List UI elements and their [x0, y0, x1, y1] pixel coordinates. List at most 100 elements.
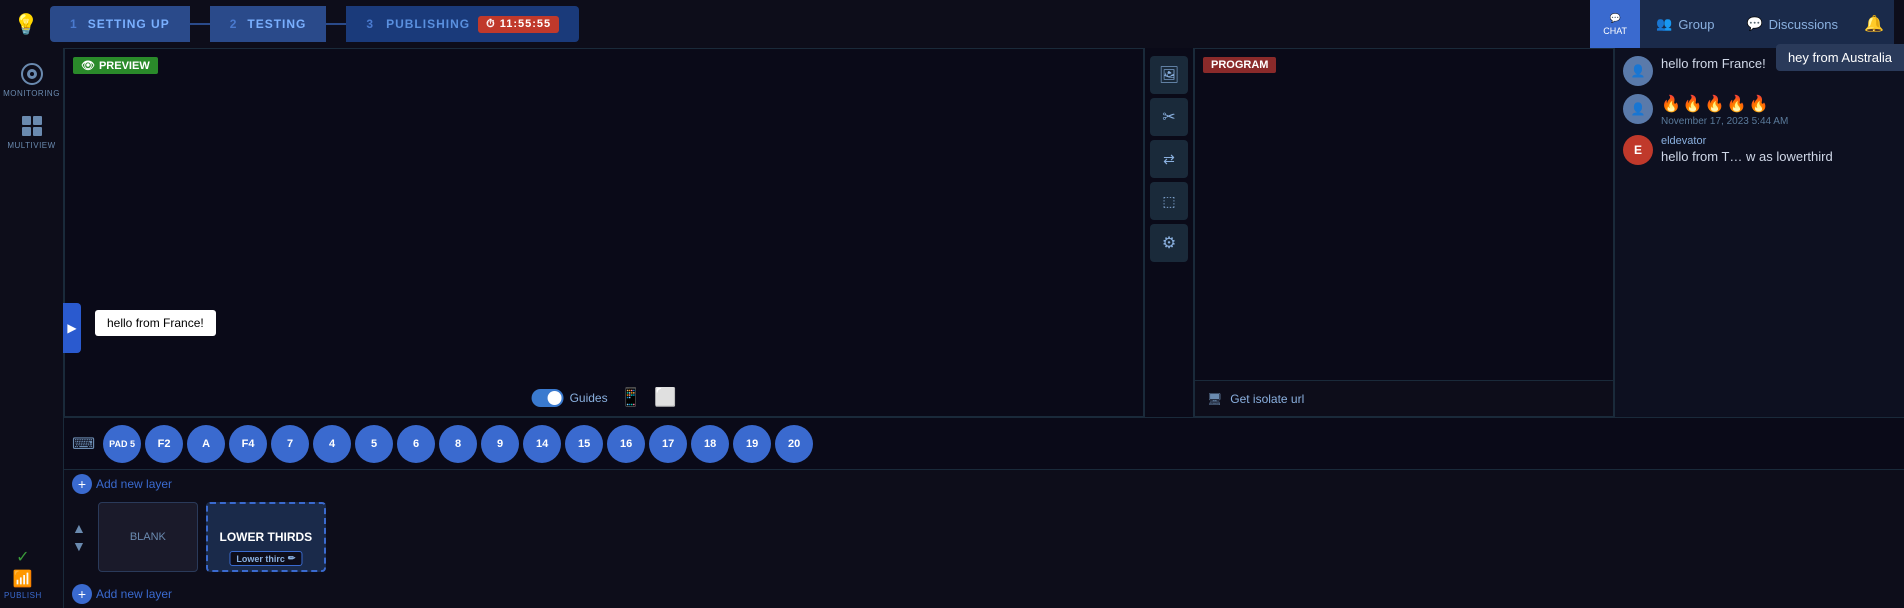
add-layer-row-top: + Add new layer: [64, 470, 1904, 498]
pad-button-5[interactable]: 5: [355, 425, 393, 463]
step1-label: SETTING UP: [88, 17, 170, 31]
pad-button-9[interactable]: 9: [481, 425, 519, 463]
main-content: MONITORING MULTIVIEW ▶ 👁 PREVIEW: [0, 48, 1904, 608]
pad-button-19[interactable]: 19: [733, 425, 771, 463]
lower-thirc-badge: Lower thirc ✏: [229, 551, 302, 566]
pad-button-f4[interactable]: F4: [229, 425, 267, 463]
blank-label: BLANK: [130, 531, 166, 543]
preview-label: 👁 PREVIEW: [73, 57, 158, 74]
pip-button[interactable]: ⬚: [1150, 182, 1188, 220]
guides-toggle[interactable]: Guides: [532, 389, 608, 407]
pad-button-17[interactable]: 17: [649, 425, 687, 463]
wifi-button[interactable]: 📶: [13, 569, 33, 589]
chevron-right-icon: ▶: [67, 321, 76, 335]
add-media-button[interactable]: 🖼: [1150, 56, 1188, 94]
bell-button[interactable]: 🔔: [1854, 0, 1894, 48]
sidebar-item-multiview[interactable]: MULTIVIEW: [6, 108, 58, 156]
step-buttons: 1 SETTING UP 2 TESTING 3 PUBLISHING ⏱ 11…: [50, 6, 579, 42]
blank-layer-card[interactable]: BLANK: [98, 502, 198, 572]
multiview-icon: [20, 114, 44, 138]
settings-button[interactable]: ⚙: [1150, 224, 1188, 262]
pad-button-6[interactable]: 6: [397, 425, 435, 463]
discussions-button[interactable]: 💬 Discussions: [1730, 0, 1854, 48]
chat-icon: 💬: [1610, 13, 1621, 24]
chat-message-2: 👤 🔥🔥🔥🔥🔥 November 17, 2023 5:44 AM: [1623, 94, 1896, 127]
chat-messages: 👤 hello from France! 👤 🔥🔥🔥🔥🔥: [1615, 48, 1904, 417]
chat-label: CHAT: [1603, 26, 1627, 36]
lower-thirds-label: LOWER THIRDS: [220, 530, 313, 544]
pad-button-a[interactable]: A: [187, 425, 225, 463]
chat-popup: hey from Australia: [1776, 44, 1904, 71]
mobile-icon: 📱: [620, 387, 642, 407]
pad-button-14[interactable]: 14: [523, 425, 561, 463]
add-layer-top-button[interactable]: + Add new layer: [72, 474, 172, 494]
eldevator-avatar: E: [1623, 135, 1653, 165]
settings-icon: ⚙: [1162, 233, 1176, 253]
chat-popup-text: hey from Australia: [1788, 50, 1892, 65]
add-layer-bottom-button[interactable]: + Add new layer: [72, 584, 172, 604]
pad-button-20[interactable]: 20: [775, 425, 813, 463]
chat-msg-timestamp-2: November 17, 2023 5:44 AM: [1661, 116, 1896, 127]
guides-toggle-switch[interactable]: [532, 389, 564, 407]
eye-icon: 👁: [81, 59, 95, 72]
layer-down-button[interactable]: ▼: [72, 538, 86, 554]
check-button[interactable]: ✓: [16, 547, 29, 567]
chat-avatar-1: 👤: [1623, 56, 1653, 86]
add-layer-row-bottom: + Add new layer: [64, 580, 1904, 608]
group-button[interactable]: 👥 Group: [1640, 0, 1730, 48]
pad-button-pad5[interactable]: PAD 5: [103, 425, 141, 463]
pip-icon: ⬚: [1162, 193, 1175, 210]
pad-button-16[interactable]: 16: [607, 425, 645, 463]
extend-icon: ⬜: [654, 387, 676, 407]
transition-button[interactable]: ⇄: [1150, 140, 1188, 178]
pad-button-15[interactable]: 15: [565, 425, 603, 463]
isolate-link[interactable]: Get isolate url: [1230, 392, 1304, 406]
sidebar-expand-button[interactable]: ▶: [63, 303, 81, 353]
pad-row: ⌨ PAD 5 F2 A F4 7 4 5 6 8 9 14 15 16 17 …: [64, 417, 1904, 469]
chat-msg-content-3: eldevator hello from T… w as lowerthird: [1661, 135, 1896, 164]
top-bar: 💡 1 SETTING UP 2 TESTING 3 PUBLISHING ⏱ …: [0, 0, 1904, 48]
add-icon-bottom: +: [72, 584, 92, 604]
top-bar-left: 💡 1 SETTING UP 2 TESTING 3 PUBLISHING ⏱ …: [10, 6, 579, 42]
group-icon: 👥: [1656, 16, 1672, 32]
bell-icon: 🔔: [1864, 14, 1884, 34]
pad-button-4[interactable]: 4: [313, 425, 351, 463]
timer-value: 11:55:55: [500, 18, 551, 30]
chat-msg-content-2: 🔥🔥🔥🔥🔥 November 17, 2023 5:44 AM: [1661, 94, 1896, 127]
sidebar-item-monitoring[interactable]: MONITORING: [6, 56, 58, 104]
transition-icon: ⇄: [1163, 151, 1175, 168]
chat-button[interactable]: 💬 CHAT: [1590, 0, 1640, 48]
preview-controls: Guides 📱 ⬜: [532, 387, 677, 408]
chat-avatar-2: 👤: [1623, 94, 1653, 124]
publish-area: ✓ 📶 PUBLISH: [4, 547, 42, 600]
publish-label: PUBLISH: [4, 591, 42, 600]
preview-extend-btn[interactable]: ⬜: [654, 387, 676, 408]
preview-mobile-btn[interactable]: 📱: [620, 387, 642, 408]
layer-up-button[interactable]: ▲: [72, 520, 86, 536]
layer-arrows: ▲ ▼: [72, 520, 86, 554]
pad-button-18[interactable]: 18: [691, 425, 729, 463]
chat-panel: 👤 hello from France! 👤 🔥🔥🔥🔥🔥: [1614, 48, 1904, 417]
step-connector-2: [326, 23, 346, 25]
step-connector-1: [190, 23, 210, 25]
pad-button-8[interactable]: 8: [439, 425, 477, 463]
monitor-icon: 🖥: [1207, 392, 1222, 406]
isolate-bar: 🖥 Get isolate url: [1195, 380, 1613, 416]
discussions-icon: 💬: [1746, 16, 1762, 32]
cut-button[interactable]: ✂: [1150, 98, 1188, 136]
edit-badge-icon: ✏: [288, 553, 296, 564]
program-panel: PROGRAM 🖥 Get isolate url: [1194, 48, 1614, 417]
timer-badge: ⏱ 11:55:55: [478, 16, 559, 33]
step3-num: 3: [366, 17, 374, 31]
add-layer-bottom-label: Add new layer: [96, 587, 172, 601]
step1-button[interactable]: 1 SETTING UP: [50, 6, 190, 42]
step2-button[interactable]: 2 TESTING: [210, 6, 327, 42]
pad-button-7[interactable]: 7: [271, 425, 309, 463]
step3-label: PUBLISHING: [386, 17, 470, 31]
step3-button[interactable]: 3 PUBLISHING ⏱ 11:55:55: [346, 6, 579, 42]
lower-thirds-layer-card[interactable]: LOWER THIRDS Lower thirc ✏: [206, 502, 326, 572]
chat-emojis: 🔥🔥🔥🔥🔥: [1661, 94, 1896, 114]
top-bar-right: 💬 CHAT 👥 Group 💬 Discussions 🔔: [1590, 0, 1894, 48]
pad-button-f2[interactable]: F2: [145, 425, 183, 463]
center-wrapper: 👁 PREVIEW hello from France! Guides: [64, 48, 1904, 608]
